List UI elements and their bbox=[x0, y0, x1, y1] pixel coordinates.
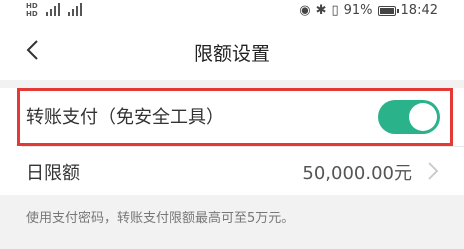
notice-text: 使用支付密码，转账支付限额最高可至5万元。 bbox=[26, 211, 295, 226]
page-title: 限额设置 bbox=[193, 43, 270, 65]
battery-icon bbox=[377, 5, 399, 16]
signal-icon bbox=[68, 3, 82, 16]
status-right: ◉ ✱ ▯ 91% 18:42 bbox=[299, 3, 438, 18]
eye-icon: ◉ bbox=[299, 3, 311, 18]
hd-label-1: HD bbox=[26, 2, 38, 10]
chevron-right-icon bbox=[428, 162, 439, 180]
nav-bar: 限额设置 bbox=[0, 22, 464, 80]
notice-area: 使用支付密码，转账支付限额最高可至5万元。 bbox=[0, 195, 464, 249]
signal-icon bbox=[46, 3, 60, 16]
bluetooth-icon: ✱ bbox=[315, 3, 327, 18]
battery-percent: 91% bbox=[343, 3, 373, 18]
hd-label-2: HD bbox=[26, 10, 38, 18]
status-bar: HD HD ◉ ✱ ▯ 91% 18:42 bbox=[0, 0, 464, 22]
status-time: 18:42 bbox=[400, 3, 438, 18]
daily-limit-label: 日限额 bbox=[26, 163, 80, 184]
section-gap bbox=[0, 80, 464, 88]
status-left: HD HD bbox=[26, 2, 38, 18]
battery-fill bbox=[379, 7, 395, 14]
daily-limit-row[interactable]: 日限额 50,000.00元 bbox=[0, 147, 464, 195]
highlight-box bbox=[17, 88, 453, 146]
daily-limit-value: 50,000.00元 bbox=[302, 163, 412, 184]
vibrate-icon: ▯ bbox=[331, 3, 339, 18]
